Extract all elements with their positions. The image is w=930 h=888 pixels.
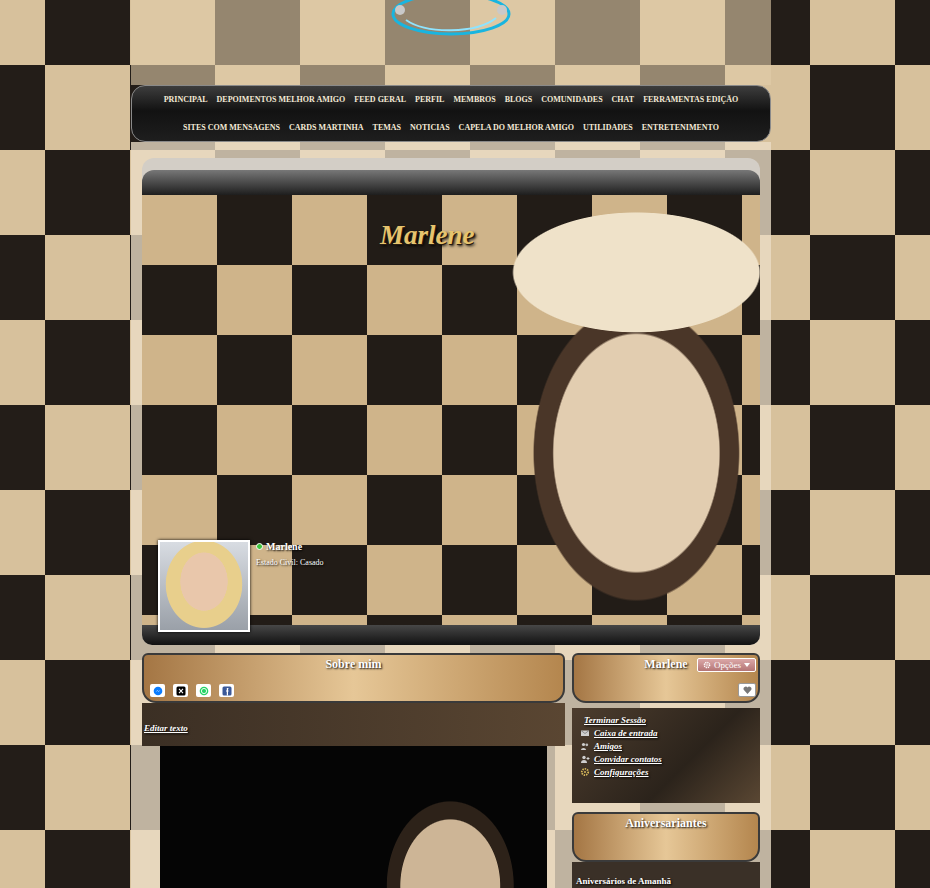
nav-row: PRINCIPAL DEPOIMENTOS MELHOR AMIGO FEED GE… <box>138 95 764 105</box>
share-messenger-button[interactable] <box>150 684 165 697</box>
whatsapp-icon <box>199 686 209 696</box>
account-link[interactable]: Convidar contatos <box>594 754 662 764</box>
cover-title: Marlene <box>380 220 475 251</box>
about-image <box>160 746 547 888</box>
account-link-row: Configurações <box>580 767 752 777</box>
gear-icon <box>703 661 711 669</box>
nav-link[interactable]: MEMBROS <box>453 95 495 105</box>
share-x-button[interactable] <box>173 684 188 697</box>
share-whatsapp-button[interactable] <box>196 684 211 697</box>
nav-link[interactable]: UTILIDADES <box>583 123 633 133</box>
nav-link[interactable]: CHAT <box>612 95 635 105</box>
inbox-icon <box>580 728 590 738</box>
account-link-row: Terminar Sessão <box>580 715 752 725</box>
logo-icon[interactable] <box>386 0 516 38</box>
account-link-row: Caixa de entrada <box>580 728 752 738</box>
account-link-row: Convidar contatos <box>580 754 752 764</box>
messenger-icon <box>153 686 163 696</box>
nav-link[interactable]: FEED GERAL <box>354 95 406 105</box>
nav-link[interactable]: PERFIL <box>415 95 444 105</box>
online-dot <box>256 543 263 550</box>
header <box>131 0 771 85</box>
favorite-button[interactable] <box>738 683 756 697</box>
account-link-row: Amigos <box>580 741 752 751</box>
birthdays-header: Aniversariantes <box>572 812 760 862</box>
page: PRINCIPAL DEPOIMENTOS MELHOR AMIGO FEED GE… <box>131 0 771 888</box>
sidebar-header: Marlene Opções <box>572 653 760 703</box>
columns: Sobre mim Editar texto Marlene Opções <box>142 653 760 888</box>
heart-icon <box>743 686 752 694</box>
sidebar: Marlene Opções Terminar Sessão Caixa de e… <box>572 653 760 888</box>
birthdays-subtitle: Aniversários de Amanhã <box>572 862 760 888</box>
x-icon <box>176 686 186 696</box>
settings-icon <box>580 767 590 777</box>
caret-icon <box>744 663 750 667</box>
nav-link[interactable]: NOTICIAS <box>410 123 450 133</box>
friends-glyph-icon <box>580 741 590 751</box>
nav-row: SITES COM MENSAGENS CARDS MARTINHA TEMAS NO… <box>138 123 764 133</box>
edit-text-link[interactable]: Editar texto <box>144 723 188 733</box>
about-column: Sobre mim Editar texto <box>142 653 565 888</box>
avatar[interactable] <box>158 540 250 632</box>
about-title: Sobre mim <box>150 657 557 672</box>
facebook-icon <box>222 686 232 696</box>
options-label: Opções <box>714 660 741 670</box>
account-link[interactable]: Caixa de entrada <box>594 728 658 738</box>
nav-link[interactable]: BLOGS <box>505 95 533 105</box>
nav-link[interactable]: CAPELA DO MELHOR AMIGO <box>459 123 574 133</box>
nav-link[interactable]: COMUNIDADES <box>541 95 602 105</box>
profile-identity: Marlene Estado Civil: Casado <box>158 540 324 632</box>
birthdays-title: Aniversariantes <box>580 816 752 831</box>
account-link[interactable]: Terminar Sessão <box>584 715 646 725</box>
invite-icon <box>580 754 590 764</box>
profile-name[interactable]: Marlene <box>266 541 302 552</box>
friends-icon <box>580 741 590 751</box>
options-button[interactable]: Opções <box>697 658 756 672</box>
cover: Marlene Marlene Estado Civil: Casado <box>142 158 760 645</box>
nav-link[interactable]: SITES COM MENSAGENS <box>183 123 280 133</box>
nav-link[interactable]: TEMAS <box>373 123 401 133</box>
main: Marlene Marlene Estado Civil: Casado Sob… <box>131 142 771 888</box>
inbox-glyph-icon <box>580 728 590 738</box>
edit-band: Editar texto <box>142 703 565 746</box>
nav-link[interactable]: CARDS MARTINHA <box>289 123 364 133</box>
share-facebook-button[interactable] <box>219 684 234 697</box>
nav-link[interactable]: ENTRETENIMENTO <box>642 123 719 133</box>
about-header: Sobre mim <box>142 653 565 703</box>
invite-glyph-icon <box>580 754 590 764</box>
marital-status: Estado Civil: Casado <box>256 558 324 567</box>
share-bar <box>150 684 557 697</box>
account-link[interactable]: Configurações <box>594 767 649 777</box>
account-link[interactable]: Amigos <box>594 741 622 751</box>
nav-link[interactable]: DEPOIMENTOS MELHOR AMIGO <box>217 95 346 105</box>
nav-link[interactable]: PRINCIPAL <box>164 95 208 105</box>
account-links: Terminar Sessão Caixa de entrada Amigos Con… <box>572 708 760 803</box>
main-nav: PRINCIPAL DEPOIMENTOS MELHOR AMIGO FEED GE… <box>131 85 771 142</box>
nav-link[interactable]: FERRAMENTAS EDIÇÃO <box>643 95 738 105</box>
cover-top-bar <box>142 170 760 195</box>
settings-glyph-icon <box>580 767 590 777</box>
